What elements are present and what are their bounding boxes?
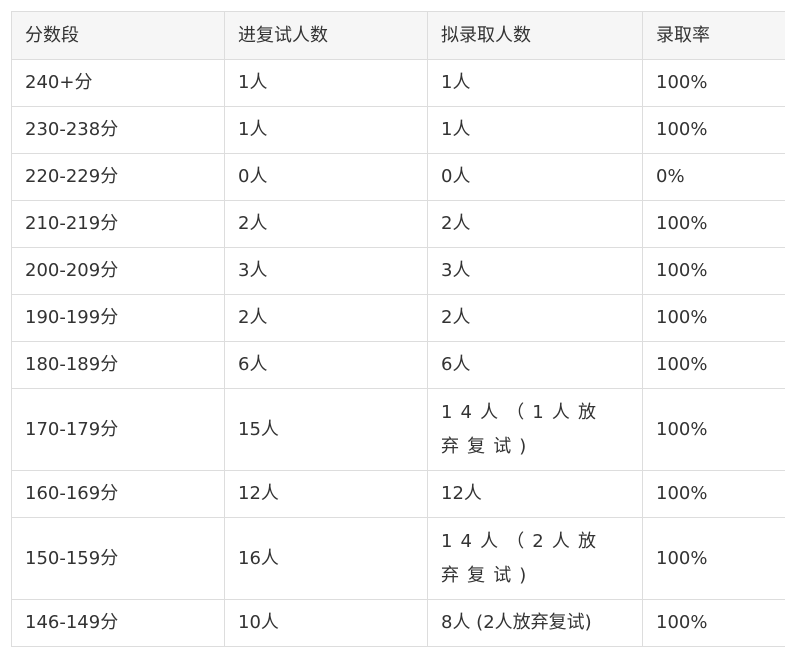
retest-count-cell: 0人 [224, 153, 428, 201]
table-row: 170-179分 15人 14人（1人放弃复试) 100% [11, 388, 785, 471]
retest-count-cell: 2人 [224, 200, 428, 248]
table-row: 180-189分 6人 6人 100% [11, 341, 785, 389]
retest-count-cell: 1人 [224, 106, 428, 154]
admitted-count-cell: 1人 [427, 106, 643, 154]
table-row: 160-169分 12人 12人 100% [11, 470, 785, 518]
retest-count-cell: 6人 [224, 341, 428, 389]
table-header-row: 分数段 进复试人数 拟录取人数 录取率 [11, 11, 785, 60]
retest-count-cell: 12人 [224, 470, 428, 518]
score-range-cell: 170-179分 [11, 388, 225, 471]
table-row: 230-238分 1人 1人 100% [11, 106, 785, 154]
admission-rate-cell: 100% [642, 247, 785, 295]
admitted-count-cell: 3人 [427, 247, 643, 295]
table-row: 240+分 1人 1人 100% [11, 59, 785, 107]
table-row: 150-159分 16人 14人（2人放弃复试) 100% [11, 517, 785, 600]
admitted-count-cell: 0人 [427, 153, 643, 201]
retest-count-cell: 3人 [224, 247, 428, 295]
admission-rate-cell: 100% [642, 106, 785, 154]
admitted-count-cell: 14人（1人放弃复试) [427, 388, 643, 471]
admission-rate-cell: 100% [642, 470, 785, 518]
retest-count-cell: 15人 [224, 388, 428, 471]
table-row: 220-229分 0人 0人 0% [11, 153, 785, 201]
score-range-cell: 190-199分 [11, 294, 225, 342]
score-range-cell: 146-149分 [11, 599, 225, 647]
retest-count-cell: 2人 [224, 294, 428, 342]
admitted-count-cell: 14人（2人放弃复试) [427, 517, 643, 600]
table-row: 200-209分 3人 3人 100% [11, 247, 785, 295]
score-range-cell: 180-189分 [11, 341, 225, 389]
score-range-cell: 150-159分 [11, 517, 225, 600]
header-score-range: 分数段 [11, 11, 225, 60]
admission-rate-cell: 100% [642, 517, 785, 600]
retest-count-cell: 10人 [224, 599, 428, 647]
admitted-count-cell: 12人 [427, 470, 643, 518]
admission-rate-cell: 100% [642, 59, 785, 107]
header-retest-count: 进复试人数 [224, 11, 428, 60]
score-range-cell: 240+分 [11, 59, 225, 107]
admission-rate-cell: 100% [642, 200, 785, 248]
table-row: 190-199分 2人 2人 100% [11, 294, 785, 342]
score-range-cell: 220-229分 [11, 153, 225, 201]
table-row: 210-219分 2人 2人 100% [11, 200, 785, 248]
admitted-count-cell: 1人 [427, 59, 643, 107]
table-row: 146-149分 10人 8人 (2人放弃复试) 100% [11, 599, 785, 647]
admitted-count-cell: 2人 [427, 294, 643, 342]
admitted-count-cell: 2人 [427, 200, 643, 248]
score-range-cell: 210-219分 [11, 200, 225, 248]
admission-rate-cell: 100% [642, 599, 785, 647]
score-range-cell: 230-238分 [11, 106, 225, 154]
score-range-cell: 200-209分 [11, 247, 225, 295]
header-admission-rate: 录取率 [642, 11, 785, 60]
header-admitted-count: 拟录取人数 [427, 11, 643, 60]
admission-rate-cell: 100% [642, 341, 785, 389]
admitted-count-cell: 8人 (2人放弃复试) [427, 599, 643, 647]
admission-rate-cell: 0% [642, 153, 785, 201]
admitted-count-cell: 6人 [427, 341, 643, 389]
score-range-cell: 160-169分 [11, 470, 225, 518]
admission-rate-cell: 100% [642, 388, 785, 471]
retest-count-cell: 16人 [224, 517, 428, 600]
admission-rate-cell: 100% [642, 294, 785, 342]
retest-count-cell: 1人 [224, 59, 428, 107]
admission-table: 分数段 进复试人数 拟录取人数 录取率 240+分 1人 1人 100% 230… [11, 11, 785, 647]
